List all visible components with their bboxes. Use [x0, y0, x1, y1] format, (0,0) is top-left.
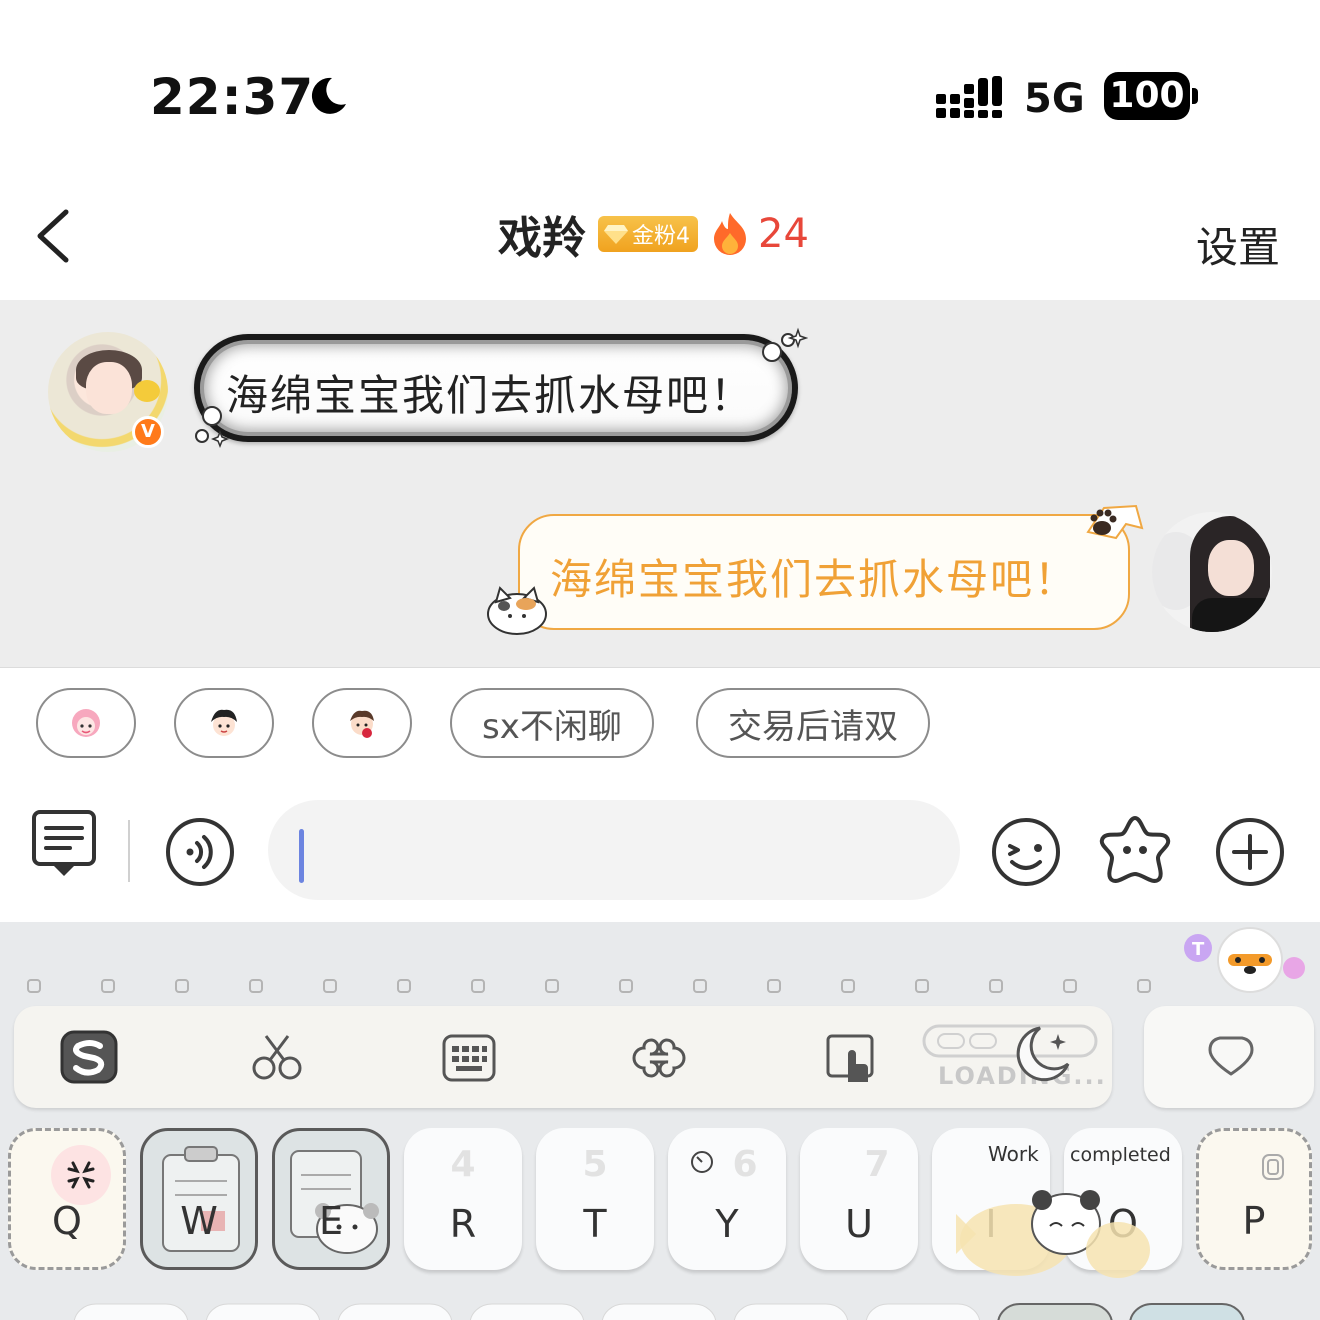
chat-title: 戏羚 [498, 213, 586, 264]
cat-sticker-icon [487, 586, 547, 635]
chat-header: 戏羚 金粉4 24 设置 [0, 190, 1320, 300]
battery-indicator: 100 [1104, 72, 1190, 120]
chevron-left-icon[interactable] [30, 206, 80, 266]
streak-count: 24 [758, 211, 809, 257]
quick-reply-chip-2[interactable]: 交易后请双 [696, 688, 930, 758]
scissors-icon[interactable] [248, 1032, 306, 1084]
avatar-face [1208, 540, 1254, 596]
sticker-icon[interactable] [1098, 812, 1172, 886]
work-caption: Work [988, 1142, 1039, 1166]
heart-icon[interactable] [1206, 1034, 1256, 1078]
boy-emoji-icon [211, 709, 237, 736]
key-label: T [583, 1202, 607, 1246]
outgoing-message-text: 海绵宝宝我们去抓水母吧！ [550, 555, 1079, 604]
rose-boy-emoji-icon [350, 710, 374, 738]
key-number: 4 [450, 1144, 476, 1185]
message-input[interactable] [268, 800, 960, 900]
message-list[interactable]: v 海绵宝宝我们去抓水母吧！ 海绵宝宝我们去抓水母吧！ [0, 300, 1320, 668]
my-avatar[interactable] [1152, 512, 1272, 632]
key-y[interactable]: 6 Y [668, 1128, 786, 1270]
key-r[interactable]: 4 R [404, 1128, 522, 1270]
paw-icon [1086, 504, 1144, 540]
composer-bar [0, 778, 1320, 922]
chat-title-group[interactable]: 戏羚 金粉4 24 [498, 204, 809, 264]
incoming-message-bubble[interactable]: 海绵宝宝我们去抓水母吧！ [194, 334, 798, 442]
key-label: Q [52, 1199, 82, 1243]
keyboard-icon[interactable] [440, 1032, 498, 1084]
pink-hair-emoji-icon [72, 709, 100, 737]
divider [128, 820, 130, 882]
key-label: E [318, 1199, 343, 1243]
key-label: P [1242, 1199, 1266, 1243]
key-q[interactable]: Q [8, 1128, 126, 1270]
next-key-row [73, 1303, 1245, 1320]
completed-caption: completed [1070, 1144, 1171, 1166]
tag-icon [1262, 1154, 1284, 1180]
angry-sticker [51, 1145, 111, 1205]
settings-button[interactable]: 设置 [1196, 214, 1280, 275]
key-number: 5 [582, 1144, 608, 1185]
verified-badge: v [132, 416, 164, 448]
keyboard: T LOADING... Q W E 4 R 5 T 6 Y 7 U P Wor… [0, 922, 1320, 1320]
fan-badge-label: 金粉4 [632, 224, 690, 249]
quick-reply-chip-1[interactable]: sx不闲聊 [450, 688, 654, 758]
network-type: 5G [1024, 76, 1085, 122]
plus-icon[interactable] [1214, 816, 1286, 888]
sogou-logo-icon[interactable] [60, 1030, 118, 1084]
emoji-chip-boy[interactable] [174, 688, 274, 758]
key-label: R [449, 1202, 477, 1246]
avatar-face [86, 362, 132, 414]
avatar-lemon [134, 380, 160, 402]
key-number: 7 [864, 1144, 890, 1185]
emoji-chip-rose-boy[interactable] [312, 688, 412, 758]
emoji-icon[interactable] [990, 816, 1062, 888]
status-bar: 22:37 5G 100 [0, 0, 1320, 190]
key-label: Y [715, 1202, 739, 1246]
quick-reply-icon[interactable] [30, 808, 98, 880]
fan-level-badge: 金粉4 [598, 216, 698, 252]
key-p[interactable]: P [1196, 1128, 1312, 1270]
key-u[interactable]: 7 U [800, 1128, 918, 1270]
angry-icon [67, 1161, 95, 1189]
fire-icon [714, 213, 746, 255]
moon-icon [311, 77, 346, 114]
voice-icon[interactable] [164, 816, 236, 888]
key-e[interactable]: E [272, 1128, 390, 1270]
panda-fish-sticker-icon [956, 1190, 1150, 1278]
dotted-border-deco [27, 979, 1151, 993]
outgoing-message-bubble[interactable]: 海绵宝宝我们去抓水母吧！ [518, 514, 1130, 630]
status-time: 22:37 [150, 68, 315, 126]
emoji-chip-pink-hair[interactable] [36, 688, 136, 758]
avatar-body [1192, 598, 1272, 632]
text-caret [299, 829, 304, 883]
signal-icon [936, 76, 1002, 118]
key-label: W [180, 1199, 218, 1243]
quick-reply-bar: sx不闲聊 交易后请双 [0, 668, 1320, 778]
key-number: 6 [732, 1144, 758, 1185]
key-t[interactable]: 5 T [536, 1128, 654, 1270]
gem-icon [604, 225, 628, 244]
key-w[interactable]: W [140, 1128, 258, 1270]
bone-icon[interactable] [630, 1032, 688, 1084]
sparkle-icon [195, 406, 230, 448]
battery-nub [1192, 88, 1198, 104]
keyboard-mascot-icon[interactable]: T [1180, 924, 1310, 1002]
key-label: U [845, 1202, 873, 1246]
moon-icon[interactable] [1006, 1020, 1078, 1090]
incoming-message-text: 海绵宝宝我们去抓水母吧！ [226, 371, 755, 420]
sparkle-icon [762, 327, 808, 362]
touch-icon[interactable] [822, 1032, 880, 1084]
svg-text:T: T [1192, 939, 1205, 960]
